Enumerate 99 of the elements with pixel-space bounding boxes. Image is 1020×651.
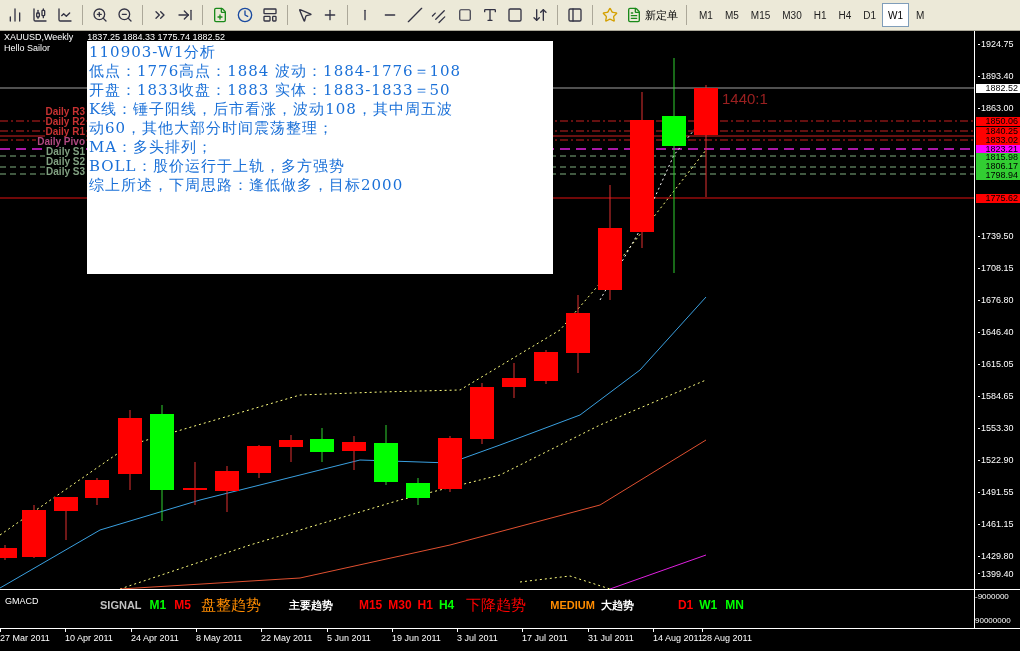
price-axis-label: 1399.40 [978, 568, 1014, 579]
price-tag: 1775.62 [976, 194, 1020, 203]
indicator-axis-label: -9000000 [975, 592, 1010, 602]
candle [183, 461, 207, 506]
pivot-label: Daily Pivo [36, 137, 86, 147]
timeframe-button[interactable]: D1 [857, 3, 883, 27]
candle [406, 477, 430, 506]
price-tag: 1815.98 [976, 153, 1020, 162]
price-axis-label: 1553.30 [978, 423, 1014, 433]
signal-text: MEDIUM [550, 597, 595, 613]
note-line: MA：多头排列； [89, 138, 214, 157]
pivot-label: Daily R2 [44, 117, 86, 127]
price-axis-label: 1646.40 [978, 327, 1014, 337]
pivot-label: Daily S2 [45, 157, 86, 167]
timeframe-button[interactable]: H1 [807, 3, 833, 27]
signal-text: M30 [388, 597, 412, 614]
candle [22, 504, 46, 559]
candle [342, 435, 366, 471]
candle [470, 382, 494, 445]
pivot-label: Daily R1 [44, 127, 86, 137]
indicator-name: GMACD [5, 595, 39, 608]
note-line: 110903-W1分析 [89, 43, 217, 62]
timeframe-button[interactable]: M5 [718, 3, 745, 27]
price-axis-label: 1461.15 [978, 519, 1014, 529]
price-axis-label: 1491.55 [978, 487, 1014, 497]
price-axis-label: 1522.90 [978, 455, 1014, 465]
signal-text: M15 [358, 597, 383, 614]
signal-text: H1 [417, 597, 433, 614]
price-axis-label: 1708.15 [978, 263, 1014, 273]
price-axis-label: 1676.80 [978, 295, 1014, 305]
note-line: 综上所述，下周思路：逢低做多，目标2000 [89, 176, 404, 195]
signal-text: D1 [677, 597, 694, 614]
price-axis-label: 1893.40 [978, 71, 1014, 81]
candle [54, 496, 78, 541]
date-label: 28 Aug 2011 [702, 632, 752, 644]
price-tag: 1882.52 [976, 84, 1020, 93]
note-line: BOLL：股价运行于上轨，多方强势 [89, 157, 345, 176]
note-line: 动60，其他大部分时间震荡整理； [89, 119, 335, 138]
new-order-button[interactable]: 新定单 [624, 4, 680, 26]
candle [502, 362, 526, 399]
price-axis-label: 1863.00 [978, 103, 1014, 113]
date-label: 27 Mar 2011 [0, 632, 50, 644]
signal-text: SIGNAL [100, 597, 142, 613]
date-label: 3 Jul 2011 [457, 632, 498, 644]
date-label: 24 Apr 2011 [131, 632, 179, 644]
price-axis-label: 1615.05 [978, 359, 1014, 369]
timeframe-button[interactable]: M30 [776, 3, 808, 27]
new-order-icon [626, 7, 642, 23]
price-tag: 1850.06 [976, 117, 1020, 126]
candle [247, 444, 271, 479]
date-label: 10 Apr 2011 [65, 632, 113, 644]
symbol-title: XAUUSD,Weekly [4, 32, 74, 42]
candle [534, 349, 558, 385]
candle [279, 434, 303, 463]
date-label: 14 Aug 2011 [653, 632, 703, 644]
signal-text: W1 [699, 597, 718, 614]
note-line: 低点：1776高点：1884 波动：1884-1776＝108 [89, 62, 462, 81]
price-tag: 1806.17 [976, 162, 1020, 171]
signal-text: 下降趋势 [466, 594, 527, 615]
date-label: 31 Jul 2011 [588, 632, 634, 644]
signal-text: M5 [174, 597, 191, 614]
candle [310, 427, 334, 463]
date-label: 22 May 2011 [261, 632, 313, 644]
timeframe-button[interactable]: M1 [693, 3, 719, 27]
pivot-label: Daily S3 [45, 167, 86, 177]
price-tag: 1798.94 [976, 171, 1020, 180]
signal-text: MN [725, 597, 744, 614]
signal-text: M1 [149, 597, 167, 614]
signal-text: 盘整趋势 [200, 594, 261, 615]
quote-values: 1837.25 1884.33 1775.74 1882.52 [87, 32, 225, 42]
candle [215, 465, 239, 513]
note-line: 开盘：1833收盘：1883 实体：1883-1833＝50 [89, 81, 451, 100]
timeframe-button[interactable]: H4 [832, 3, 858, 27]
pivot-label: Daily R3 [44, 107, 86, 117]
signal-text: 大趋势 [600, 597, 634, 613]
timeframe-button[interactable]: M15 [744, 3, 777, 27]
signal-text: 主要趋势 [288, 597, 333, 613]
price-axis-label: 1739.50 [978, 231, 1014, 241]
price-axis-label: 1924.75 [978, 39, 1014, 49]
pivot-label: Daily S1 [45, 147, 86, 157]
ratio-label: 1440:1 [722, 89, 768, 109]
date-label: 5 Jun 2011 [327, 632, 371, 644]
candle [438, 435, 462, 493]
price-axis-label: 1584.65 [978, 391, 1014, 401]
date-label: 17 Jul 2011 [522, 632, 568, 644]
expert-name: Hello Sailor [4, 43, 51, 53]
timeframe-button[interactable]: M [909, 3, 932, 27]
candle [0, 544, 17, 561]
date-label: 8 May 2011 [196, 632, 243, 644]
candle [85, 477, 109, 506]
price-tag: 1840.25 [976, 127, 1020, 136]
candle [374, 424, 398, 486]
indicator-axis-label: 90000000 [975, 616, 1012, 626]
price-axis-label: 1429.80 [978, 551, 1014, 561]
note-line: K线：锤子阳线，后市看涨，波动108，其中周五波 [89, 100, 453, 119]
signal-text: H4 [438, 597, 455, 614]
date-label: 19 Jun 2011 [392, 632, 441, 644]
timeframe-button[interactable]: W1 [882, 3, 910, 27]
price-tag: 1833.02 [976, 136, 1020, 145]
